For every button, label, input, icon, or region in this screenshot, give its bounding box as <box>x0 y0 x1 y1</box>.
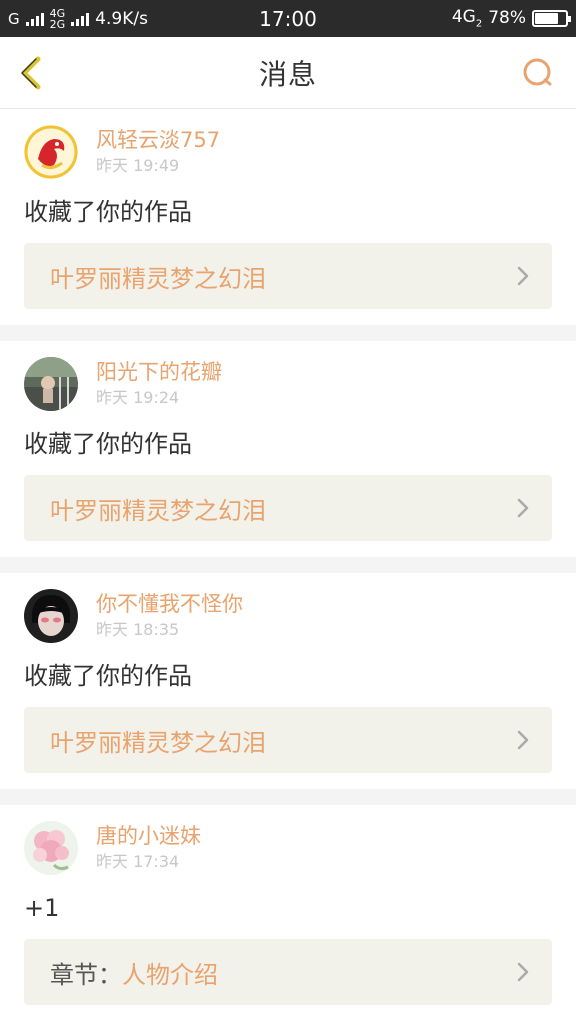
message-card: 风轻云淡757 昨天 19:49 收藏了你的作品 叶罗丽精灵梦之幻泪 <box>0 109 576 325</box>
work-title: 叶罗丽精灵梦之幻泪 <box>50 728 266 757</box>
username[interactable]: 你不懂我不怪你 <box>96 590 243 618</box>
signal-icon-2 <box>71 12 90 26</box>
work-link[interactable]: 叶罗丽精灵梦之幻泪 <box>24 707 552 773</box>
message-text: +1 <box>24 894 60 922</box>
message-text: 收藏了你的作品 <box>24 662 192 690</box>
network-right-label: 4G2 <box>451 7 483 30</box>
status-left: G 4G 2G 4.9K/s <box>8 8 148 30</box>
page-title: 消息 <box>258 57 317 91</box>
nav-header: 消息 <box>0 37 576 109</box>
avatar[interactable] <box>24 821 78 875</box>
username[interactable]: 唐的小迷妹 <box>96 822 201 850</box>
status-bar: G 4G 2G 4.9K/s 17:00 4G2 78% <box>0 0 576 37</box>
chapter-prefix: 章节： <box>50 960 122 989</box>
chevron-right-icon <box>517 962 529 982</box>
work-link[interactable]: 叶罗丽精灵梦之幻泪 <box>24 475 552 541</box>
work-link[interactable]: 叶罗丽精灵梦之幻泪 <box>24 243 552 309</box>
username[interactable]: 阳光下的花瓣 <box>96 358 222 386</box>
username[interactable]: 风轻云淡757 <box>96 126 220 154</box>
timestamp: 昨天 18:35 <box>96 620 180 639</box>
message-card: 阳光下的花瓣 昨天 19:24 收藏了你的作品 叶罗丽精灵梦之幻泪 <box>0 341 576 557</box>
timestamp: 昨天 19:49 <box>96 156 180 175</box>
search-icon[interactable] <box>520 53 556 93</box>
battery-icon <box>532 9 571 27</box>
signal-icon <box>25 12 44 26</box>
message-meta: 唐的小迷妹 昨天 17:34 <box>96 822 201 874</box>
message-header: 你不懂我不怪你 昨天 18:35 <box>24 589 552 643</box>
network-bottom-label: 2G <box>49 17 66 31</box>
timestamp: 昨天 17:34 <box>96 852 180 871</box>
message-meta: 你不懂我不怪你 昨天 18:35 <box>96 590 243 642</box>
timestamp: 昨天 19:24 <box>96 388 180 407</box>
work-title: 叶罗丽精灵梦之幻泪 <box>50 496 266 525</box>
message-meta: 阳光下的花瓣 昨天 19:24 <box>96 358 222 410</box>
chapter-title: 人物介绍 <box>122 960 218 989</box>
avatar[interactable] <box>24 589 78 643</box>
chapter-link[interactable]: 章节： 人物介绍 <box>24 939 552 1005</box>
avatar[interactable] <box>24 125 78 179</box>
message-card: 你不懂我不怪你 昨天 18:35 收藏了你的作品 叶罗丽精灵梦之幻泪 <box>0 573 576 789</box>
status-right: 4G2 78% <box>451 7 571 30</box>
divider <box>0 789 576 805</box>
message-text: 收藏了你的作品 <box>24 430 192 458</box>
network-top-label: 4G <box>49 6 66 20</box>
divider <box>0 325 576 341</box>
message-header: 阳光下的花瓣 昨天 19:24 <box>24 357 552 411</box>
message-header: 风轻云淡757 昨天 19:49 <box>24 125 552 179</box>
work-title: 叶罗丽精灵梦之幻泪 <box>50 264 266 293</box>
chevron-right-icon <box>517 266 529 286</box>
clock: 17:00 <box>259 6 317 31</box>
chevron-right-icon <box>517 730 529 750</box>
battery-percent: 78% <box>488 8 526 29</box>
message-text: 收藏了你的作品 <box>24 198 192 226</box>
divider <box>0 557 576 573</box>
chevron-right-icon <box>517 498 529 518</box>
network-type: 4G 2G <box>50 8 66 30</box>
message-meta: 风轻云淡757 昨天 19:49 <box>96 126 220 178</box>
chevron-left-icon[interactable] <box>14 53 48 93</box>
carrier-label: G <box>8 9 20 28</box>
network-speed: 4.9K/s <box>95 8 148 29</box>
message-card: 唐的小迷妹 昨天 17:34 +1 章节： 人物介绍 <box>0 805 576 1021</box>
avatar[interactable] <box>24 357 78 411</box>
message-header: 唐的小迷妹 昨天 17:34 <box>24 821 552 875</box>
message-list: 风轻云淡757 昨天 19:49 收藏了你的作品 叶罗丽精灵梦之幻泪 阳光下的花… <box>0 109 576 1021</box>
